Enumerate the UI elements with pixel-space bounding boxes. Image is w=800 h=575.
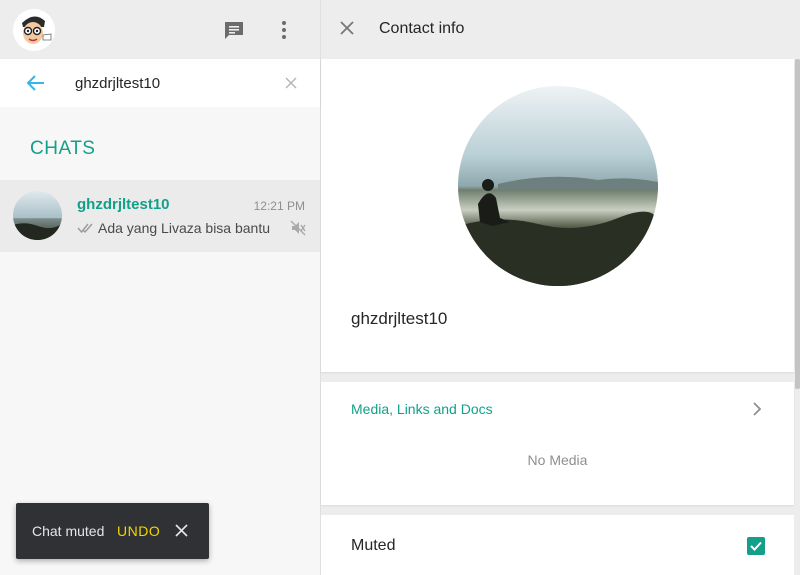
page-title: Contact info (379, 20, 465, 37)
chat-list-item[interactable]: ghzdrjltest10 12:21 PM Ada yang Livaza b… (0, 180, 320, 252)
new-chat-icon[interactable] (222, 18, 246, 42)
left-header (0, 0, 320, 59)
chat-name: ghzdrjltest10 (77, 196, 170, 213)
media-section: Media, Links and Docs No Media (321, 382, 794, 505)
chat-preview: Ada yang Livaza bisa bantu (77, 220, 270, 236)
double-check-icon (77, 223, 93, 234)
my-avatar[interactable] (13, 9, 55, 51)
muted-speaker-icon (290, 220, 306, 236)
snackbar-text: Chat muted (32, 523, 105, 539)
clear-search-icon[interactable] (283, 75, 299, 91)
muted-checkbox[interactable] (747, 537, 765, 555)
profile-name: ghzdrjltest10 (351, 309, 448, 328)
menu-icon[interactable] (272, 18, 296, 42)
profile-card: ghzdrjltest10 (321, 59, 794, 372)
snackbar: Chat muted UNDO (16, 503, 209, 559)
chat-time: 12:21 PM (253, 199, 305, 213)
undo-button[interactable]: UNDO (117, 523, 160, 539)
muted-label: Muted (351, 537, 396, 554)
section-label: CHATS (30, 138, 96, 159)
back-arrow-icon[interactable] (24, 71, 48, 95)
no-media-text: No Media (527, 452, 588, 468)
search-bar (0, 59, 320, 107)
right-header: Contact info (321, 0, 800, 59)
scrollbar[interactable] (795, 59, 800, 389)
chevron-right-icon[interactable] (751, 401, 763, 417)
close-icon[interactable] (175, 524, 188, 537)
media-links-docs-link[interactable]: Media, Links and Docs (351, 401, 493, 417)
profile-photo[interactable] (458, 86, 658, 286)
contact-avatar (13, 191, 62, 240)
chat-list-pane: CHATS ghzdrjltest10 12:21 PM Ada yang Li… (0, 0, 321, 575)
muted-section: Muted (321, 515, 794, 575)
chat-preview-text: Ada yang Livaza bisa bantu (98, 220, 271, 236)
search-input[interactable] (75, 71, 270, 95)
contact-info-pane: Contact info ghzdrjltest10 Media, Links … (321, 0, 800, 575)
close-icon[interactable] (339, 20, 355, 36)
